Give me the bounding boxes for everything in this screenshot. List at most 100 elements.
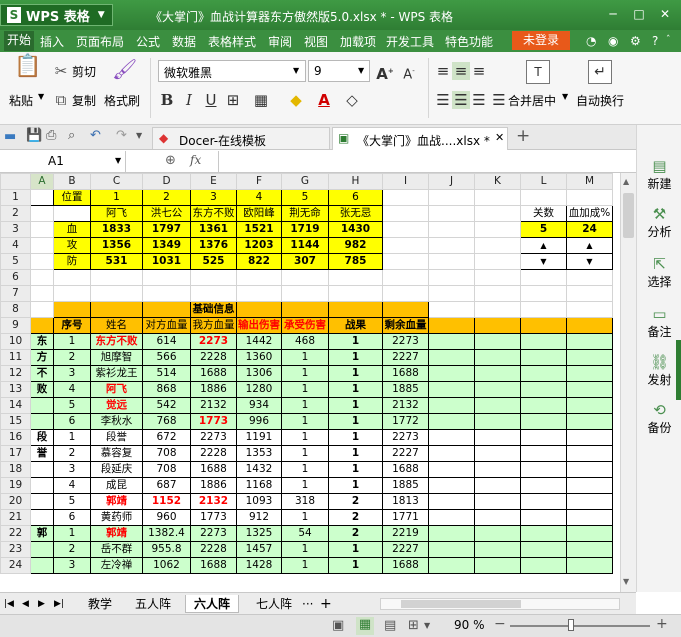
cell[interactable]: 1457 <box>236 541 282 558</box>
cell[interactable]: 成昆 <box>90 477 143 494</box>
column-header[interactable]: G <box>281 173 329 190</box>
cell[interactable]: 2273 <box>190 333 237 350</box>
cell[interactable]: 1833 <box>90 221 143 238</box>
vertical-scrollbar[interactable]: ▲ ▼ <box>620 173 636 592</box>
column-header[interactable]: D <box>142 173 191 190</box>
cell[interactable] <box>566 477 613 494</box>
cell[interactable]: 2 <box>328 493 383 510</box>
cell[interactable]: 1 <box>90 189 143 206</box>
cell[interactable] <box>474 285 521 302</box>
format-painter-button[interactable]: 格式刷 <box>104 92 140 109</box>
cell[interactable] <box>53 269 91 286</box>
menu-page-layout[interactable]: 页面布局 <box>76 33 124 50</box>
cell[interactable]: 位置 <box>53 189 91 206</box>
menu-review[interactable]: 审阅 <box>268 33 292 50</box>
group-label[interactable]: 败 <box>30 381 54 398</box>
cell[interactable]: 1361 <box>190 221 237 238</box>
cell[interactable]: 2228 <box>190 541 237 558</box>
cell[interactable] <box>566 349 613 366</box>
cell[interactable] <box>520 285 567 302</box>
cell[interactable]: 3 <box>53 365 91 382</box>
format-painter-icon[interactable]: 🖌 <box>112 59 137 84</box>
formula-input[interactable] <box>218 151 636 172</box>
cell[interactable]: 1772 <box>382 413 429 430</box>
cut-button[interactable]: 剪切 <box>72 63 96 80</box>
italic-icon[interactable]: I <box>180 91 198 109</box>
more-sheets-icon[interactable]: ··· <box>300 595 315 613</box>
cell[interactable]: 1 <box>328 333 383 350</box>
cell[interactable]: 768 <box>142 413 191 430</box>
scroll-down-icon[interactable]: ▼ <box>623 577 629 586</box>
cell[interactable] <box>382 205 429 222</box>
tab-workbook[interactable]: ▣ 《大掌门》血战....xlsx * ✕ <box>332 127 508 150</box>
cell[interactable]: 4 <box>236 189 282 206</box>
group-label[interactable]: 段 <box>30 429 54 446</box>
cell[interactable] <box>30 269 54 286</box>
column-title[interactable]: 序号 <box>53 317 91 334</box>
cell[interactable] <box>428 349 475 366</box>
panel-collapse-handle[interactable] <box>676 340 681 400</box>
cell[interactable] <box>428 461 475 478</box>
row-header[interactable]: 19 <box>0 477 31 494</box>
cell[interactable]: 2132 <box>190 397 237 414</box>
cell[interactable]: 1168 <box>236 477 282 494</box>
cell[interactable] <box>474 269 521 286</box>
cell[interactable] <box>90 301 143 318</box>
cell[interactable]: 1152 <box>142 493 191 510</box>
fullscreen-icon[interactable]: ⊞ <box>408 618 419 633</box>
cell[interactable] <box>428 253 475 270</box>
cell[interactable]: 1 <box>281 477 329 494</box>
cell[interactable]: 1356 <box>90 237 143 254</box>
cell[interactable]: 荆无命 <box>281 205 329 222</box>
row-header[interactable]: 15 <box>0 413 31 430</box>
cell[interactable] <box>190 269 237 286</box>
row-header[interactable]: 6 <box>0 269 31 286</box>
cell[interactable]: 1376 <box>190 237 237 254</box>
column-header[interactable]: C <box>90 173 143 190</box>
cell[interactable]: 6 <box>53 413 91 430</box>
cell[interactable] <box>520 525 567 542</box>
cell[interactable] <box>520 301 567 318</box>
column-header[interactable]: M <box>566 173 613 190</box>
cell[interactable]: 1 <box>53 525 91 542</box>
cell[interactable] <box>30 253 54 270</box>
cell[interactable] <box>474 525 521 542</box>
cell[interactable]: 1 <box>281 397 329 414</box>
minimize-button[interactable]: ─ <box>604 6 622 22</box>
row-header[interactable]: 16 <box>0 429 31 446</box>
cell[interactable]: 2227 <box>382 445 429 462</box>
cell[interactable]: 2 <box>328 509 383 526</box>
last-sheet-icon[interactable]: ▶| <box>52 595 66 613</box>
cell[interactable] <box>566 301 613 318</box>
zoom-slider-thumb[interactable] <box>568 619 574 631</box>
cell[interactable] <box>520 477 567 494</box>
cell[interactable]: 1 <box>281 365 329 382</box>
cell[interactable] <box>566 557 613 574</box>
cell[interactable] <box>474 557 521 574</box>
column-title[interactable]: 承受伤害 <box>281 317 329 334</box>
cell[interactable] <box>474 381 521 398</box>
align-middle-icon[interactable]: ≡ <box>452 62 470 80</box>
cell[interactable] <box>520 333 567 350</box>
cell[interactable] <box>30 301 54 318</box>
zoom-slider[interactable] <box>510 625 650 627</box>
cell[interactable] <box>474 445 521 462</box>
cell[interactable]: 2 <box>53 541 91 558</box>
cell[interactable]: 54 <box>281 525 329 542</box>
row-header[interactable]: 11 <box>0 349 31 366</box>
menu-developer[interactable]: 开发工具 <box>386 33 434 50</box>
cell[interactable] <box>566 333 613 350</box>
cell[interactable]: 防 <box>53 253 91 270</box>
group-label[interactable]: 不 <box>30 365 54 382</box>
cell[interactable]: 3 <box>53 461 91 478</box>
cell[interactable] <box>328 301 383 318</box>
cell[interactable] <box>236 285 282 302</box>
cell[interactable]: 1430 <box>328 221 383 238</box>
cell[interactable] <box>328 285 383 302</box>
cell[interactable] <box>428 237 475 254</box>
cell[interactable] <box>566 541 613 558</box>
cell[interactable]: 912 <box>236 509 282 526</box>
cell[interactable] <box>428 301 475 318</box>
cell[interactable]: 2 <box>142 189 191 206</box>
row-header[interactable]: 18 <box>0 461 31 478</box>
